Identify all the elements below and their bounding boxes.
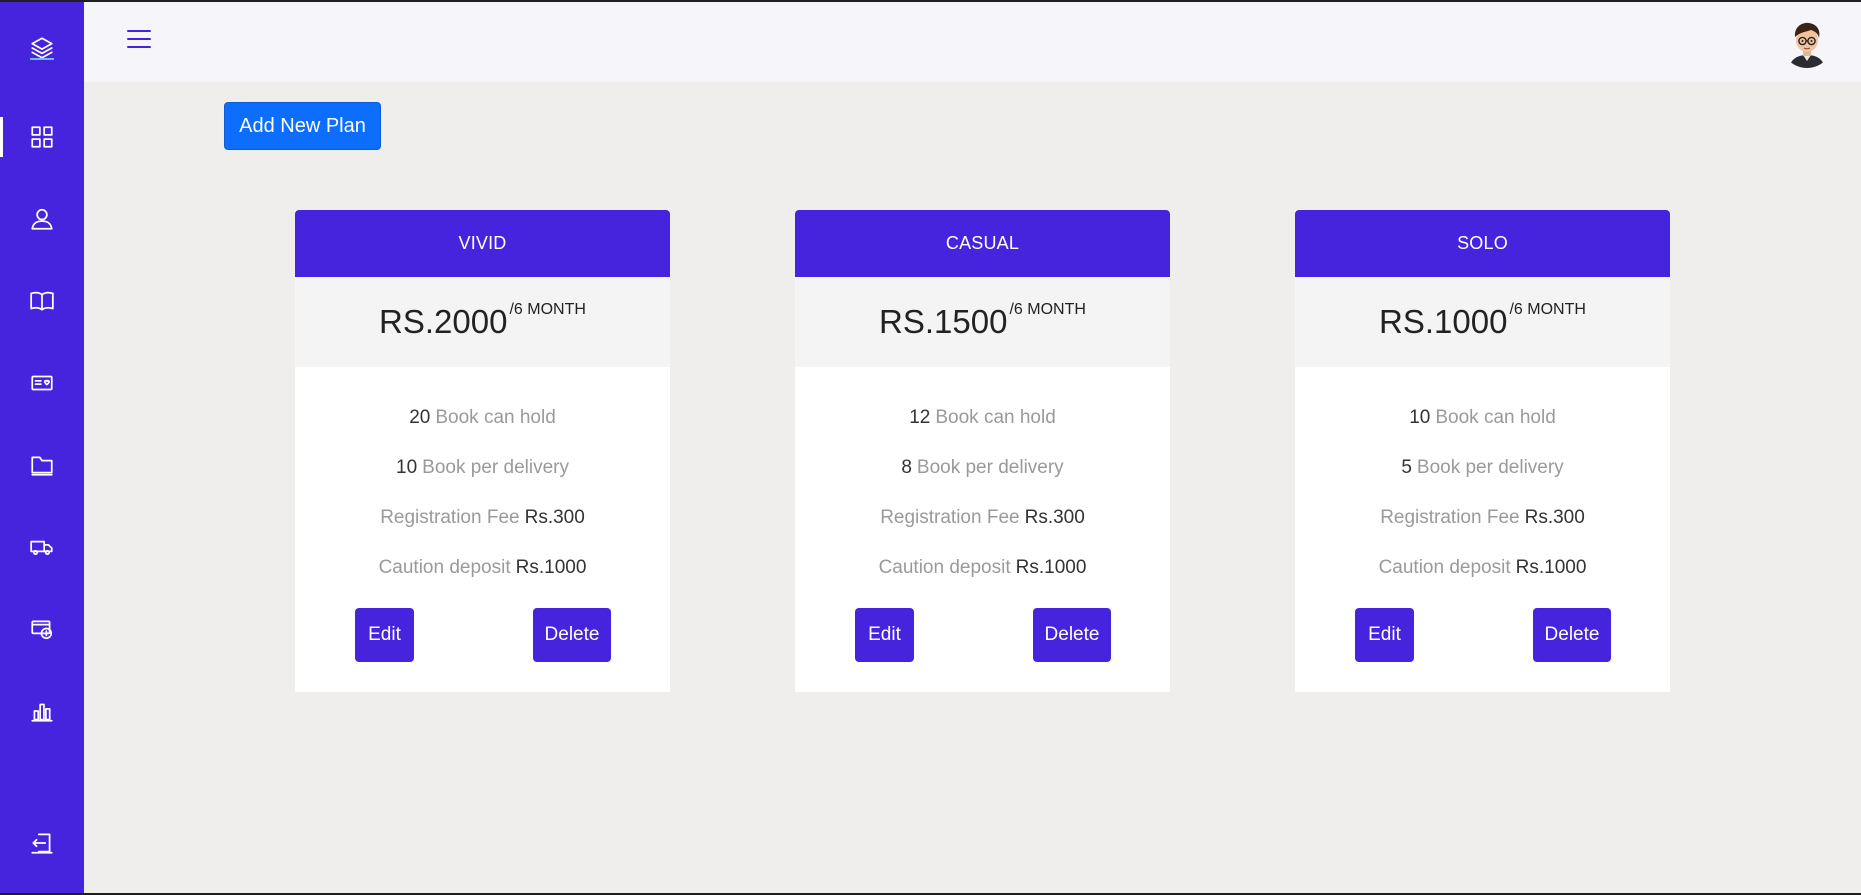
feature-hold: 10 Book can hold (1295, 393, 1670, 443)
hold-label: Book can hold (935, 407, 1056, 428)
feature-delivery: 8 Book per delivery (795, 443, 1170, 493)
price-amount: RS.1000 (1379, 303, 1508, 340)
price-period: /6 MONTH (509, 301, 586, 318)
caution-value: Rs.1000 (1515, 557, 1587, 578)
add-new-plan-button[interactable]: Add New Plan (224, 102, 381, 150)
feature-caution: Caution deposit Rs.1000 (1295, 543, 1670, 593)
feature-registration: Registration Fee Rs.300 (1295, 493, 1670, 543)
hamburger-icon[interactable] (127, 30, 151, 52)
caution-label: Caution deposit (1378, 557, 1511, 578)
book-open-icon[interactable] (0, 273, 84, 329)
folder-icon[interactable] (0, 437, 84, 493)
logo-underline (30, 58, 54, 60)
payment-icon[interactable] (0, 601, 84, 657)
logout-icon[interactable] (0, 815, 84, 871)
card-actions: Edit Delete (795, 608, 1170, 662)
feature-registration: Registration Fee Rs.300 (295, 493, 670, 543)
registration-value: Rs.300 (1524, 507, 1585, 528)
caution-label: Caution deposit (378, 557, 511, 578)
card-actions: Edit Delete (295, 608, 670, 662)
feature-caution: Caution deposit Rs.1000 (795, 543, 1170, 593)
hold-count: 20 (409, 407, 431, 428)
top-bar (84, 2, 1861, 82)
plan-name: SOLO (1295, 210, 1670, 277)
plan-name: VIVID (295, 210, 670, 277)
delivery-label: Book per delivery (1416, 457, 1564, 478)
plan-price: RS.1000/6 MONTH (1295, 277, 1670, 367)
card-actions: Edit Delete (1295, 608, 1670, 662)
delete-button[interactable]: Delete (533, 608, 611, 662)
registration-value: Rs.300 (524, 507, 585, 528)
caution-label: Caution deposit (878, 557, 1011, 578)
hold-label: Book can hold (1435, 407, 1556, 428)
plan-card: CASUAL RS.1500/6 MONTH 12 Book can hold 8… (795, 210, 1170, 692)
plan-price: RS.2000/6 MONTH (295, 277, 670, 367)
hold-count: 10 (1409, 407, 1431, 428)
delivery-label: Book per delivery (916, 457, 1064, 478)
truck-icon[interactable] (0, 519, 84, 575)
plan-features: 12 Book can hold 8 Book per delivery Regis… (795, 367, 1170, 593)
edit-button[interactable]: Edit (355, 608, 414, 662)
feature-hold: 12 Book can hold (795, 393, 1170, 443)
sidebar (0, 2, 84, 893)
delivery-count: 5 (1401, 457, 1412, 478)
feature-delivery: 10 Book per delivery (295, 443, 670, 493)
feature-caution: Caution deposit Rs.1000 (295, 543, 670, 593)
bar-chart-icon[interactable] (0, 683, 84, 739)
plan-card: SOLO RS.1000/6 MONTH 10 Book can hold 5 Bo… (1295, 210, 1670, 692)
dashboard-grid-icon[interactable] (0, 109, 84, 165)
plan-card: VIVID RS.2000/6 MONTH 20 Book can hold 10… (295, 210, 670, 692)
registration-label: Registration Fee (380, 507, 520, 528)
price-period: /6 MONTH (1509, 301, 1586, 318)
caution-value: Rs.1000 (515, 557, 587, 578)
feature-registration: Registration Fee Rs.300 (795, 493, 1170, 543)
layers-icon[interactable] (0, 20, 84, 76)
hold-count: 12 (909, 407, 931, 428)
delivery-count: 10 (396, 457, 418, 478)
registration-label: Registration Fee (880, 507, 1020, 528)
user-avatar[interactable] (1781, 16, 1833, 68)
delete-button[interactable]: Delete (1033, 608, 1111, 662)
price-amount: RS.2000 (379, 303, 508, 340)
price-period: /6 MONTH (1009, 301, 1086, 318)
hold-label: Book can hold (435, 407, 556, 428)
delivery-count: 8 (901, 457, 912, 478)
delivery-label: Book per delivery (422, 457, 569, 478)
edit-button[interactable]: Edit (855, 608, 914, 662)
user-icon[interactable] (0, 191, 84, 247)
feature-delivery: 5 Book per delivery (1295, 443, 1670, 493)
plan-name: CASUAL (795, 210, 1170, 277)
plan-features: 10 Book can hold 5 Book per delivery Regis… (1295, 367, 1670, 593)
registration-value: Rs.300 (1024, 507, 1085, 528)
caution-value: Rs.1000 (1015, 557, 1087, 578)
price-amount: RS.1500 (879, 303, 1008, 340)
edit-button[interactable]: Edit (1355, 608, 1414, 662)
feature-hold: 20 Book can hold (295, 393, 670, 443)
app-frame: Add New Plan VIVID RS.2000/6 MONTH 20 Boo… (0, 2, 1861, 893)
plan-price: RS.1500/6 MONTH (795, 277, 1170, 367)
id-card-icon[interactable] (0, 355, 84, 411)
registration-label: Registration Fee (1380, 507, 1520, 528)
delete-button[interactable]: Delete (1533, 608, 1611, 662)
plan-features: 20 Book can hold 10 Book per delivery Regi… (295, 367, 670, 593)
